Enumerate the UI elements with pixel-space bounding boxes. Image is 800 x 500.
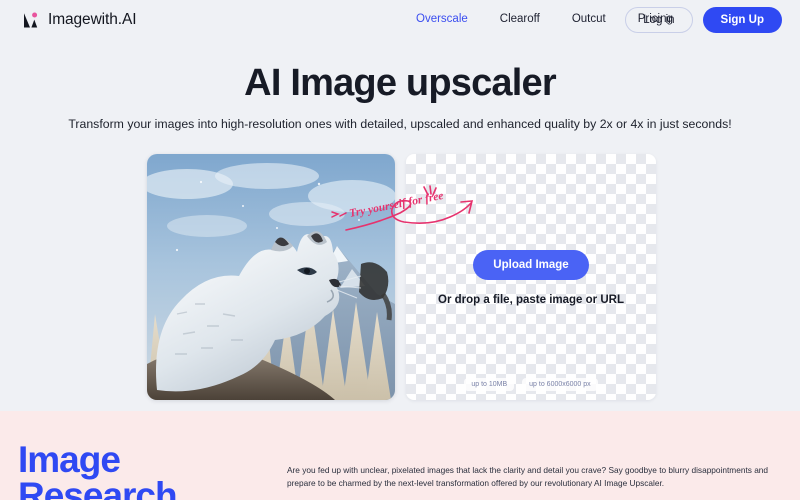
- nav-item-overscale[interactable]: Overscale: [400, 13, 484, 25]
- drop-hint-text: Or drop a file, paste image or URL: [438, 294, 624, 306]
- page-title: AI Image upscaler: [244, 62, 556, 104]
- bottom-heading-line2: Research: [18, 475, 178, 500]
- signup-button[interactable]: Sign Up: [702, 7, 782, 33]
- logo[interactable]: Imagewith.AI: [20, 9, 137, 30]
- upload-dropzone[interactable]: Upload Image Or drop a file, paste image…: [406, 154, 656, 400]
- logo-text: Imagewith.AI: [48, 10, 137, 28]
- mountain-logo-icon: [20, 9, 41, 30]
- bottom-heading-line1: Image: [18, 439, 121, 480]
- hero-cards: Upload Image Or drop a file, paste image…: [147, 154, 656, 400]
- nav-item-clearoff[interactable]: Clearoff: [484, 13, 556, 25]
- sample-photo: [147, 154, 395, 400]
- badge-max-size: up to 10MB: [464, 378, 515, 391]
- nav-item-outcut[interactable]: Outcut: [556, 13, 622, 25]
- bottom-paragraph: Are you fed up with unclear, pixelated i…: [287, 465, 769, 489]
- upload-limit-badges: up to 10MB up to 6000x6000 px: [406, 378, 656, 391]
- upload-image-button[interactable]: Upload Image: [473, 250, 589, 280]
- upload-center: Upload Image Or drop a file, paste image…: [406, 250, 656, 306]
- bottom-heading: Image Research: [18, 439, 178, 500]
- page-root: Imagewith.AI Overscale Clearoff Outcut P…: [0, 0, 800, 500]
- site-header: Imagewith.AI Overscale Clearoff Outcut P…: [0, 0, 800, 41]
- login-button[interactable]: Log in: [625, 7, 693, 33]
- auth-buttons: Log in Sign Up: [625, 7, 782, 33]
- page-subtitle: Transform your images into high-resoluti…: [68, 117, 732, 131]
- badge-max-dimensions: up to 6000x6000 px: [522, 378, 598, 391]
